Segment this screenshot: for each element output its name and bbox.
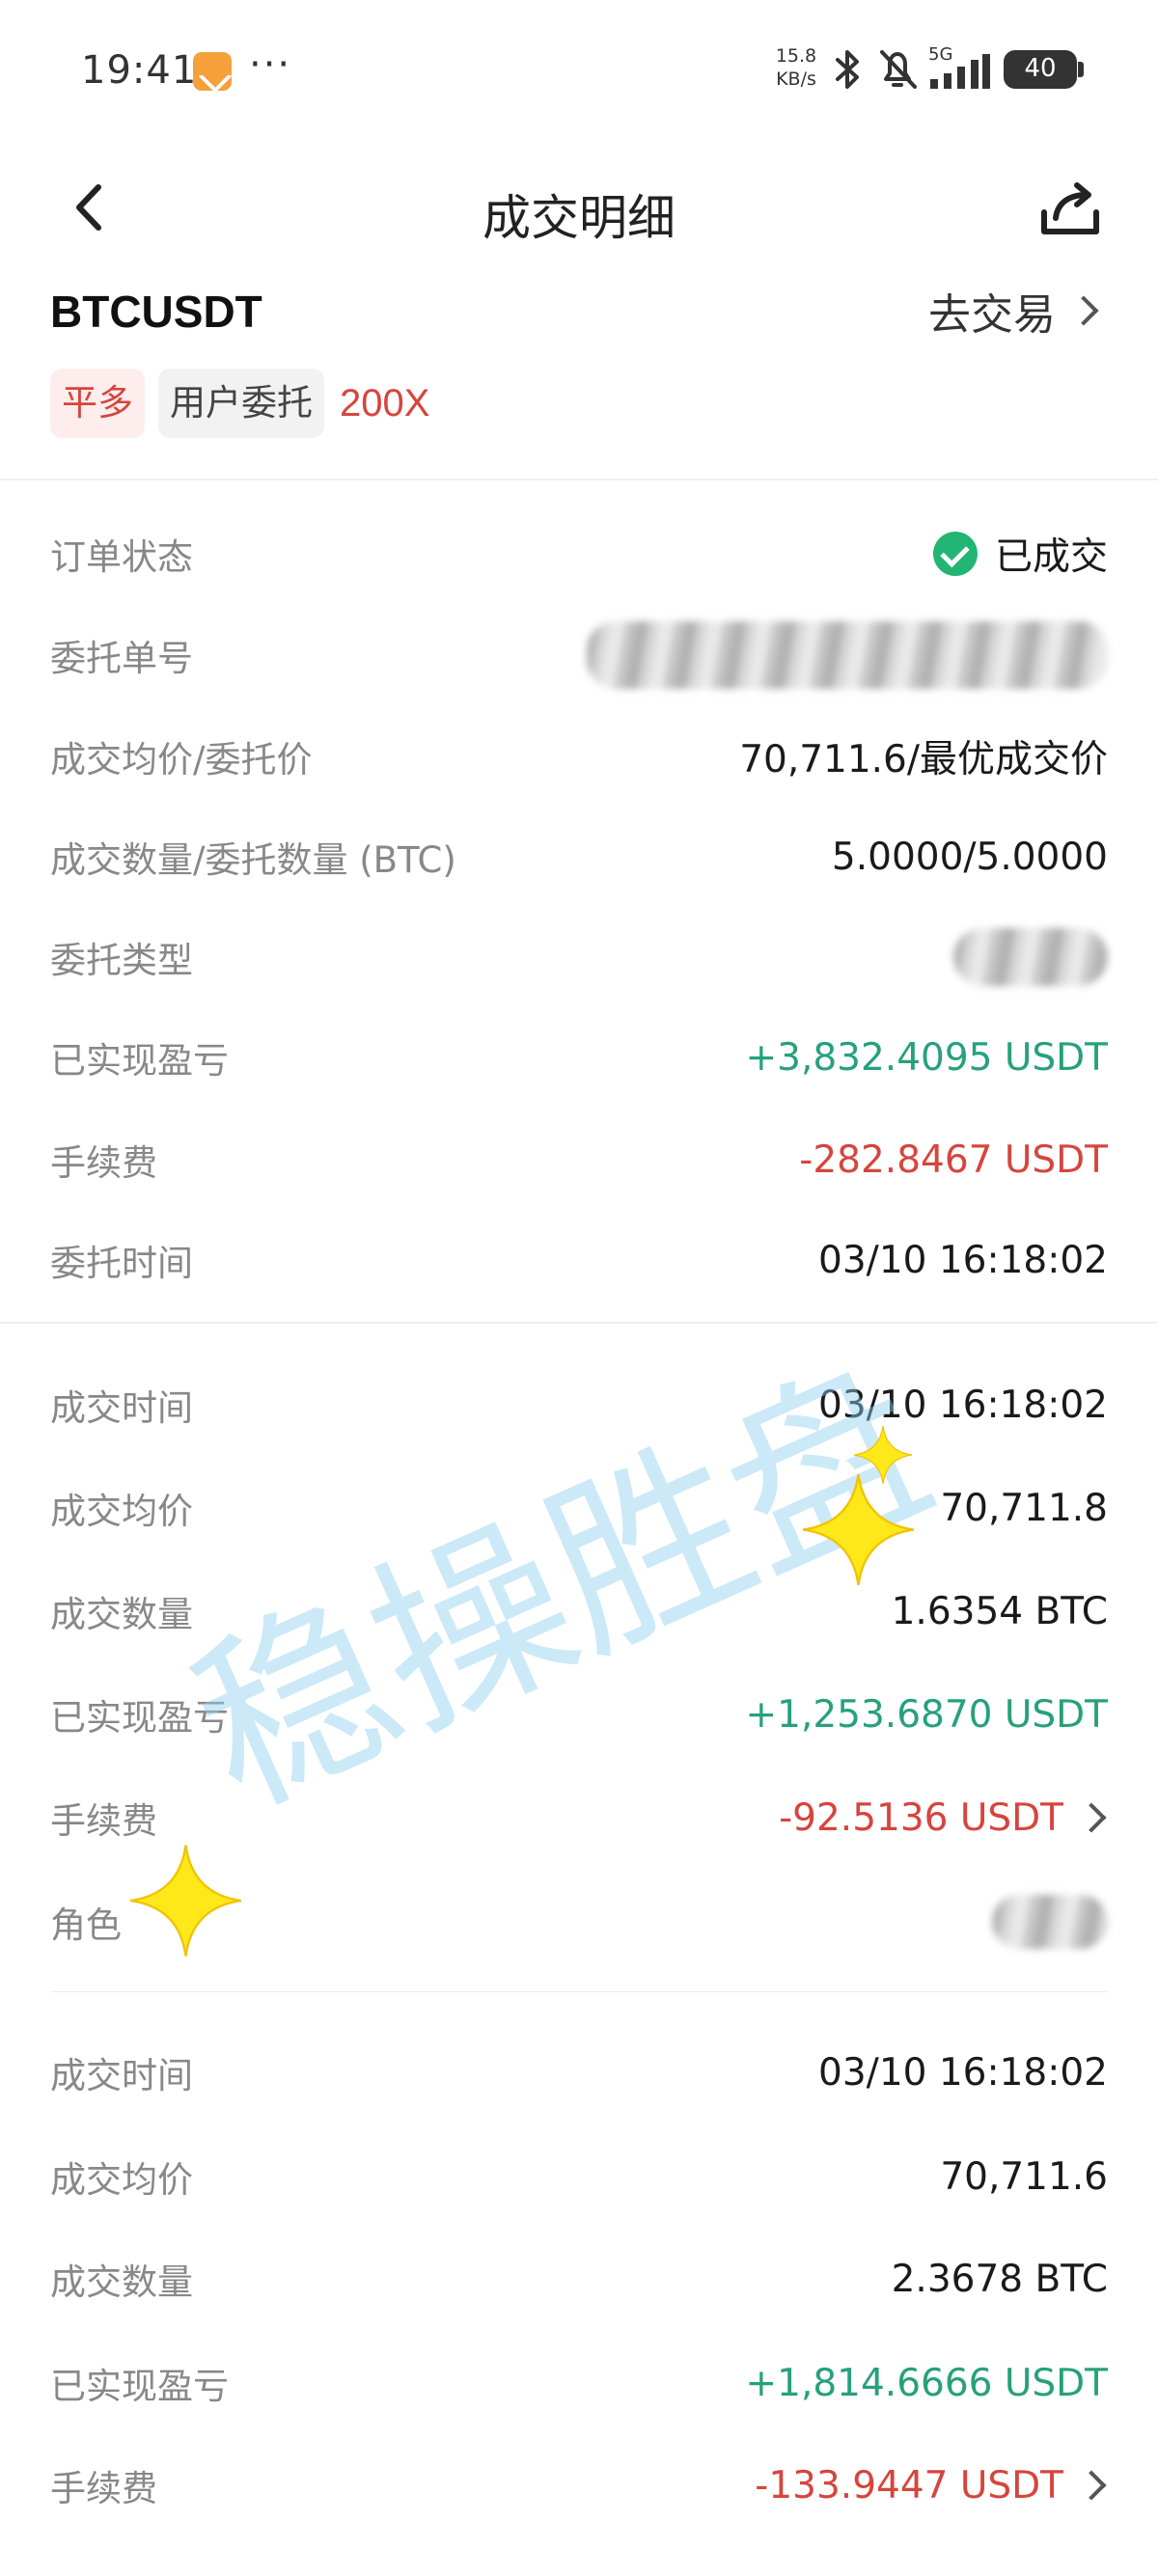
order-time-value: 03/10 16:18:02 [818,1238,1108,1282]
signal-icon [930,54,990,89]
order-type-label: 委托类型 [50,940,193,981]
order-type-redacted [953,928,1108,986]
fee-row: 手续费 -282.8467 USDT [50,1131,1108,1189]
fill-price-label: 成交均价 [50,2159,193,2201]
order-number-label: 委托单号 [50,638,193,679]
fill-fee-label: 手续费 [50,1800,157,1842]
order-status-label: 订单状态 [50,536,193,578]
fill-role-label: 角色 [50,1905,122,1946]
fill-qty-value: 1.6354 BTC [891,1589,1108,1633]
avg-price-label: 成交均价/委托价 [50,739,313,781]
app-notification-icon [193,52,232,91]
network-speed-value: 15.8 [775,45,817,67]
fill-qty-label: 成交数量 [50,1594,193,1635]
fill-time-value: 03/10 16:18:02 [818,2050,1108,2095]
status-bar: 19:41 ··· 15.8 KB/s 5G 40 [0,0,1158,135]
fill-fee-value: -92.5136 USDT [779,1796,1108,1840]
realized-pnl-value: +3,832.4095 USDT [745,1035,1108,1080]
tag-close-long: 平多 [50,369,145,438]
fill-2-fee-row[interactable]: 手续费 -133.9447 USDT [50,2456,1108,2514]
battery-level: 40 [1024,54,1057,83]
quantity-label: 成交数量/委托数量 (BTC) [50,839,456,881]
order-status-value: 已成交 [932,527,1108,581]
symbol-name: BTCUSDT [50,287,262,337]
order-time-label: 委托时间 [50,1243,193,1284]
order-type-row: 委托类型 [50,928,1108,986]
fill-role-redacted [992,1895,1108,1949]
fill-1-price-row: 成交均价 70,711.8 [50,1479,1108,1537]
fill-qty-label: 成交数量 [50,2261,193,2303]
go-trade-label: 去交易 [928,290,1056,340]
fill-2-time-row: 成交时间 03/10 16:18:02 [50,2043,1108,2101]
fill-1-fee-row[interactable]: 手续费 -92.5136 USDT [50,1789,1108,1847]
sparkle-icon [854,1426,912,1484]
leverage-badge: 200X [340,381,430,425]
watermark-text: 稳操胜盘 [163,1329,960,1849]
fill-1-time-row: 成交时间 03/10 16:18:02 [50,1376,1108,1434]
fill-1-pnl-row: 已实现盈亏 +1,253.6870 USDT [50,1685,1108,1743]
network-speed-unit: KB/s [776,69,816,90]
more-notifications-icon: ··· [249,42,292,87]
mute-icon [880,50,917,89]
order-time-row: 委托时间 03/10 16:18:02 [50,1231,1108,1289]
section-divider [0,1322,1158,1324]
fill-pnl-value: +1,814.6666 USDT [745,2361,1108,2405]
fill-2-price-row: 成交均价 70,711.6 [50,2148,1108,2206]
avg-price-row: 成交均价/委托价 70,711.6/最优成交价 [50,727,1108,785]
fill-price-value: 70,711.8 [940,1486,1108,1530]
fill-fee-label: 手续费 [50,2468,157,2509]
order-status-text: 已成交 [994,535,1108,579]
bluetooth-icon [836,50,859,89]
fee-value: -282.8467 USDT [799,1137,1108,1182]
fill-fee-amount: -92.5136 USDT [779,1795,1063,1840]
fill-pnl-label: 已实现盈亏 [50,1697,229,1739]
order-number-row: 委托单号 [50,621,1108,689]
fill-qty-value: 2.3678 BTC [891,2257,1108,2301]
fill-pnl-value: +1,253.6870 USDT [745,1692,1108,1737]
fill-fee-value: -133.9447 USDT [755,2464,1108,2507]
quantity-value: 5.0000/5.0000 [831,835,1108,879]
order-number-redacted [587,621,1108,689]
quantity-row: 成交数量/委托数量 (BTC) 5.0000/5.0000 [50,828,1108,886]
fill-2-pnl-row: 已实现盈亏 +1,814.6666 USDT [50,2354,1108,2412]
order-tags: 平多 用户委托 200X [50,369,429,438]
status-time: 19:41 [81,48,198,93]
tag-user-order: 用户委托 [158,369,324,438]
fee-label: 手续费 [50,1142,157,1184]
realized-pnl-label: 已实现盈亏 [50,1040,229,1082]
fill-2-qty-row: 成交数量 2.3678 BTC [50,2250,1108,2308]
go-trade-link[interactable]: 去交易 [928,280,1100,342]
nav-bar: 成交明细 [0,154,1158,260]
chevron-right-icon [1076,1802,1107,1833]
signal-indicator: 5G [926,44,996,93]
check-circle-icon [932,532,978,576]
fill-price-label: 成交均价 [50,1491,193,1532]
trade-detail-screen: 19:41 ··· 15.8 KB/s 5G 40 成交明细 BTCUSDT 去… [0,0,1158,2576]
fill-time-label: 成交时间 [50,1387,193,1429]
avg-price-value: 70,711.6/最优成交价 [739,738,1108,781]
fill-price-value: 70,711.6 [940,2154,1108,2199]
page-title: 成交明细 [482,190,676,246]
fill-fee-amount: -133.9447 USDT [755,2463,1063,2507]
chevron-right-icon [1068,295,1099,326]
section-divider [0,479,1158,480]
network-speed: 15.8 KB/s [772,44,820,91]
fill-1-role-row: 角色 [50,1893,1108,1951]
chevron-right-icon [1076,2470,1107,2501]
fill-divider [50,1991,1108,1992]
fill-pnl-label: 已实现盈亏 [50,2366,229,2407]
fill-time-label: 成交时间 [50,2055,193,2096]
fill-time-value: 03/10 16:18:02 [818,1383,1108,1427]
order-status-row: 订单状态 已成交 [50,525,1108,583]
battery-icon: 40 [1004,50,1084,89]
realized-pnl-row: 已实现盈亏 +3,832.4095 USDT [50,1028,1108,1086]
share-icon[interactable] [1036,174,1104,241]
fill-1-qty-row: 成交数量 1.6354 BTC [50,1582,1108,1640]
